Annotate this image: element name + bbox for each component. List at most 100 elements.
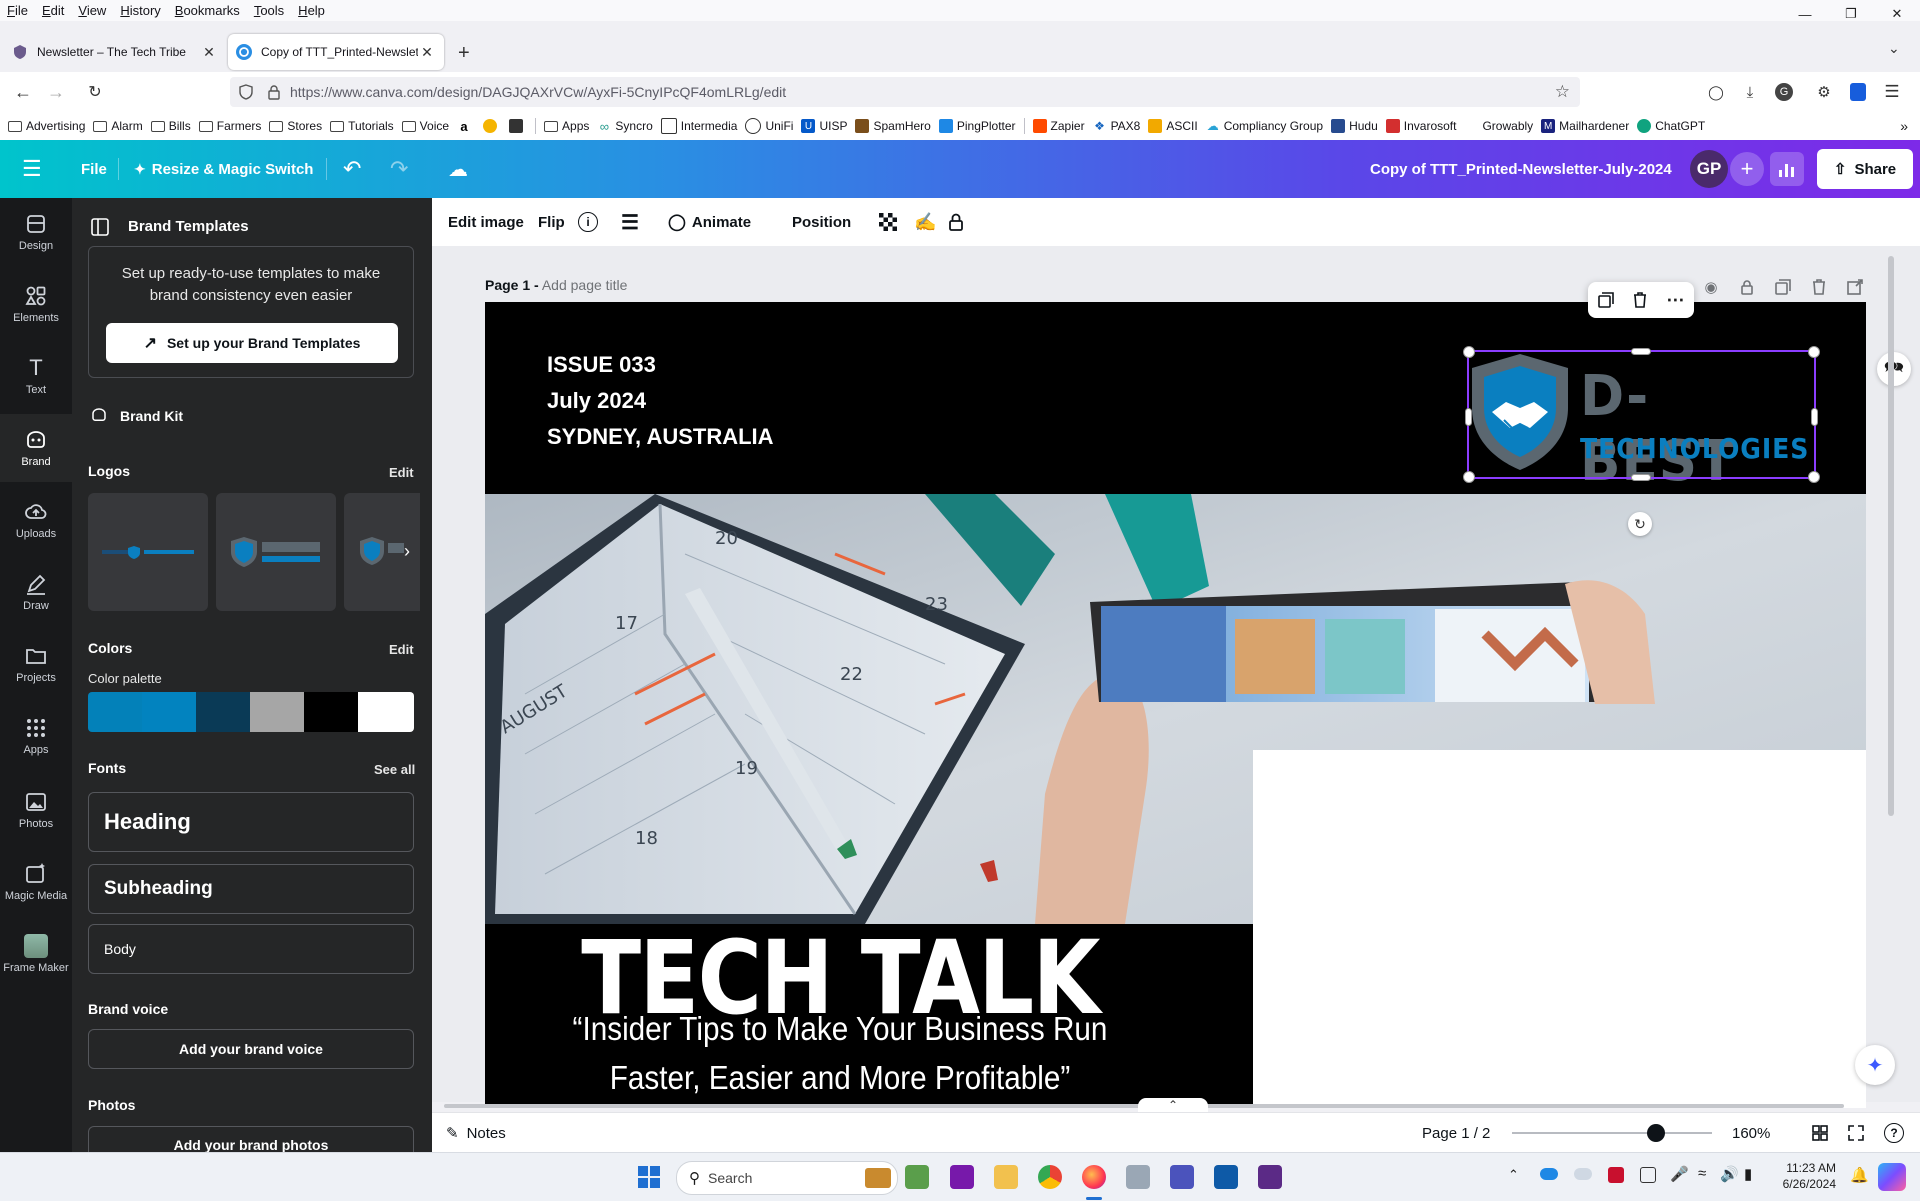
windows-start-icon[interactable] [638, 1166, 660, 1188]
zoom-slider[interactable] [1512, 1124, 1712, 1142]
duplicate-page-icon[interactable] [1770, 274, 1796, 300]
border-style-icon[interactable]: ☰ [621, 198, 639, 246]
zoom-level[interactable]: 160% [1732, 1113, 1770, 1153]
zoom-slider-thumb[interactable] [1647, 1124, 1665, 1142]
downloads-icon[interactable]: ⤓ [1738, 80, 1762, 104]
bookmark-alarm[interactable]: Alarm [93, 119, 143, 133]
menu-help[interactable]: Help [291, 3, 332, 18]
profile-avatar[interactable]: G [1772, 80, 1796, 104]
copy-style-icon[interactable]: ✍ [914, 198, 936, 246]
tray-app-icon[interactable] [1608, 1167, 1624, 1183]
app-menu-icon[interactable]: ☰ [1880, 80, 1904, 104]
brand-kit-label[interactable]: Brand Kit [120, 408, 183, 424]
transparency-icon[interactable] [879, 198, 897, 246]
taskbar-search[interactable]: ⚲ Search [676, 1161, 898, 1195]
issue-number[interactable]: ISSUE 033 [547, 352, 656, 378]
bookmark-zapier[interactable]: Zapier [1032, 119, 1085, 133]
bookmark-star-icon[interactable]: ☆ [1555, 82, 1570, 102]
page-title-input[interactable]: Add page title [542, 277, 628, 293]
add-page-icon[interactable] [1842, 274, 1868, 300]
rail-projects[interactable]: Projects [0, 630, 72, 698]
rotate-icon[interactable]: ↻ [1628, 512, 1652, 536]
color-swatch[interactable] [88, 692, 142, 732]
comment-add-icon[interactable]: 🗪 [1877, 352, 1911, 386]
logos-next-icon[interactable]: › [404, 541, 410, 562]
bookmark-unifi[interactable]: UniFi [745, 118, 793, 134]
rail-brand[interactable]: Brand [0, 414, 72, 482]
font-body[interactable]: Body [88, 924, 414, 974]
onedrive-icon[interactable] [1540, 1168, 1558, 1180]
reload-icon[interactable]: ↻ [83, 80, 107, 104]
teamviewer-icon[interactable] [1214, 1165, 1238, 1189]
wifi-icon[interactable]: ≈ [1698, 1165, 1706, 1182]
firefox-icon[interactable] [1082, 1165, 1106, 1189]
user-avatar[interactable]: GP [1690, 140, 1728, 198]
bookmark-intermedia[interactable]: Intermedia [660, 118, 737, 134]
pocket-icon[interactable]: ◯ [1704, 80, 1728, 104]
help-icon[interactable]: ? [1884, 1113, 1904, 1153]
battery-icon[interactable]: ▮ [1744, 1165, 1752, 1183]
bookmark-pax8[interactable]: ❖ PAX8 [1093, 119, 1140, 133]
url-bar[interactable]: https://www.canva.com/design/DAGJQAXrVCw… [230, 77, 1580, 107]
resize-handle[interactable] [1463, 471, 1475, 483]
bookmark-advertising[interactable]: Advertising [8, 119, 85, 133]
duplicate-icon[interactable] [1597, 292, 1614, 308]
bookmark-voice[interactable]: Voice [401, 119, 449, 133]
bookmark-apps[interactable]: Apps [544, 119, 589, 133]
edit-image-button[interactable]: Edit image [448, 198, 524, 246]
tray-app-icon[interactable] [1640, 1167, 1656, 1183]
animate-button[interactable]: ◯ Animate [668, 198, 751, 246]
bookmark-syncro[interactable]: ∞ Syncro [597, 119, 653, 134]
logos-edit-link[interactable]: Edit [389, 465, 414, 480]
issue-location[interactable]: SYDNEY, AUSTRALIA [547, 424, 774, 450]
position-button[interactable]: Position [792, 198, 851, 246]
tagline-line1[interactable]: “Insider Tips to Make Your Business Run [521, 1010, 1160, 1048]
content-placeholder[interactable] [1253, 750, 1866, 1095]
coin-icon[interactable] [483, 119, 501, 133]
notes-button[interactable]: ✎ Notes [446, 1113, 506, 1153]
menu-history[interactable]: History [113, 3, 167, 18]
color-swatch[interactable] [142, 692, 196, 732]
chrome-icon[interactable] [1038, 1165, 1062, 1189]
resize-magic-switch-button[interactable]: ✦ Resize & Magic Switch [134, 140, 313, 198]
file-explorer-icon[interactable] [994, 1165, 1018, 1189]
color-swatch[interactable] [304, 692, 358, 732]
lock-icon[interactable] [948, 198, 964, 246]
tab-newsletter[interactable]: Newsletter – The Tech Tribe ✕ [4, 34, 226, 70]
tab-canva-design[interactable]: Copy of TTT_Printed-Newsletter-July-2024… [228, 34, 444, 70]
resize-handle[interactable] [1811, 408, 1818, 426]
bookmark-bills[interactable]: Bills [150, 119, 191, 133]
fonts-see-all-link[interactable]: See all [374, 762, 415, 777]
hide-page-icon[interactable]: ◉ [1698, 274, 1724, 300]
bookmark-ascii[interactable]: ASCII [1148, 119, 1198, 133]
bookmark-invarosoft[interactable]: Invarosoft [1385, 119, 1456, 133]
page-indicator[interactable]: Page 1 / 2 [1422, 1113, 1490, 1153]
rail-magic-media[interactable]: Magic Media [0, 848, 72, 916]
redo-icon[interactable]: ↷ [390, 140, 408, 198]
lock-icon[interactable] [266, 84, 282, 100]
bookmark-hudu[interactable]: Hudu [1331, 119, 1378, 133]
color-swatch[interactable] [358, 692, 414, 732]
more-options-icon[interactable]: ⋯ [1666, 290, 1684, 311]
bookmark-compliancy-group[interactable]: ☁ Compliancy Group [1206, 119, 1323, 133]
bookmark-uisp[interactable]: U UISP [801, 119, 847, 133]
list-tabs-icon[interactable]: ⌄ [1888, 40, 1900, 57]
menu-view[interactable]: View [71, 3, 113, 18]
taskbar-app-icon[interactable] [1126, 1165, 1150, 1189]
selection-box[interactable] [1463, 346, 1820, 483]
lock-page-icon[interactable] [1734, 274, 1760, 300]
bookmark-farmers[interactable]: Farmers [198, 119, 261, 133]
grid-view-icon[interactable] [1812, 1113, 1828, 1153]
menu-tools[interactable]: Tools [247, 3, 291, 18]
add-brand-voice-button[interactable]: Add your brand voice [88, 1029, 414, 1069]
logo-tile-2[interactable] [216, 493, 336, 611]
font-heading[interactable]: Heading [88, 792, 414, 852]
tagline-line2[interactable]: Faster, Easier and More Profitable” [521, 1059, 1160, 1097]
briefcase-icon[interactable] [509, 119, 527, 133]
close-tab-icon[interactable]: ✕ [200, 44, 218, 61]
restore-icon[interactable]: ❐ [1828, 0, 1874, 28]
microphone-icon[interactable]: 🎤 [1670, 1165, 1689, 1183]
copilot-icon[interactable] [1878, 1163, 1906, 1191]
main-menu-icon[interactable]: ☰ [22, 140, 42, 198]
back-icon[interactable]: ← [11, 80, 35, 104]
